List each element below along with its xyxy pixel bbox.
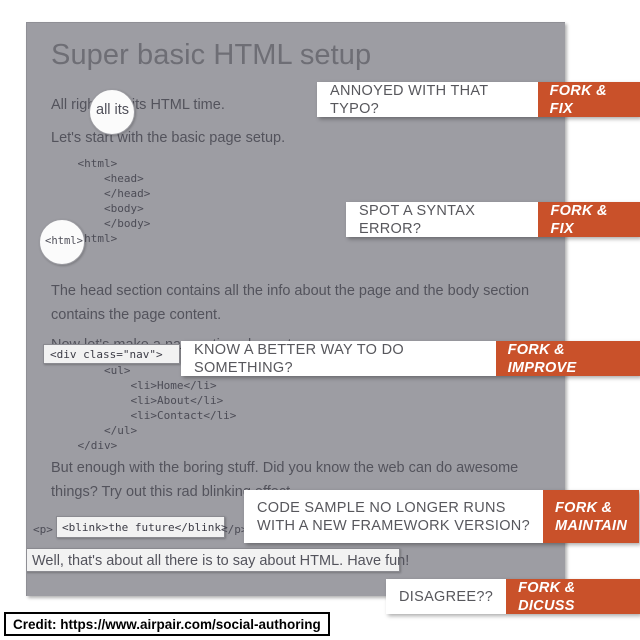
callout-action-fork-discuss[interactable]: FORK & DICUSS — [506, 579, 640, 614]
circle-highlight-syntax-text: <html> — [45, 235, 83, 247]
callout-badge-disagree[interactable]: DISAGREE?? FORK & DICUSS — [386, 579, 640, 614]
paragraph-head-body: The head section contains all the info a… — [51, 283, 530, 323]
callout-action-fork-maintain[interactable]: FORK & MAINTAIN — [542, 490, 640, 543]
code-block-nav-list: <ul> <li>Home</li> <li>About</li> <li>Co… — [77, 364, 237, 452]
paragraph-setup: Let's start with the basic page setup. — [51, 130, 286, 146]
callout-action-fork-fix-1[interactable]: FORK & FIX — [537, 82, 640, 117]
code-blink-prefix: <p> — [33, 523, 53, 536]
callout-badge-code-sample[interactable]: CODE SAMPLE NO LONGER RUNS WITH A NEW FR… — [244, 490, 640, 543]
callout-badge-better-way[interactable]: KNOW A BETTER WAY TO DO SOMETHING? FORK … — [181, 341, 640, 376]
circle-highlight-typo-text: all its — [96, 102, 130, 118]
callout-question-better-way: KNOW A BETTER WAY TO DO SOMETHING? — [181, 341, 496, 376]
code-blink-highlight: <blink>the future</blink> — [62, 521, 228, 534]
callout-action-fork-improve[interactable]: FORK & IMPROVE — [495, 341, 640, 376]
circle-highlight-typo: all its — [89, 89, 135, 135]
callout-badge-typo[interactable]: ANNOYED WITH THAT TYPO? FORK & FIX — [317, 82, 640, 117]
callout-question-syntax: SPOT A SYNTAX ERROR? — [346, 202, 539, 237]
page-title: Super basic HTML setup — [51, 39, 372, 71]
callout-badge-syntax[interactable]: SPOT A SYNTAX ERROR? FORK & FIX — [346, 202, 640, 237]
callout-question-disagree: DISAGREE?? — [386, 579, 507, 614]
credit-bar: Credit: https://www.airpair.com/social-a… — [4, 612, 330, 636]
credit-text: Credit: https://www.airpair.com/social-a… — [13, 616, 321, 632]
callout-question-code-sample: CODE SAMPLE NO LONGER RUNS WITH A NEW FR… — [244, 490, 543, 543]
circle-highlight-syntax: <html> — [39, 219, 85, 265]
callout-action-fork-fix-2[interactable]: FORK & FIX — [538, 202, 640, 237]
callout-question-typo: ANNOYED WITH THAT TYPO? — [317, 82, 538, 117]
closing-line: Well, that's about all there is to say a… — [32, 553, 410, 569]
code-line-nav-div: <div class="nav"> — [50, 348, 163, 361]
